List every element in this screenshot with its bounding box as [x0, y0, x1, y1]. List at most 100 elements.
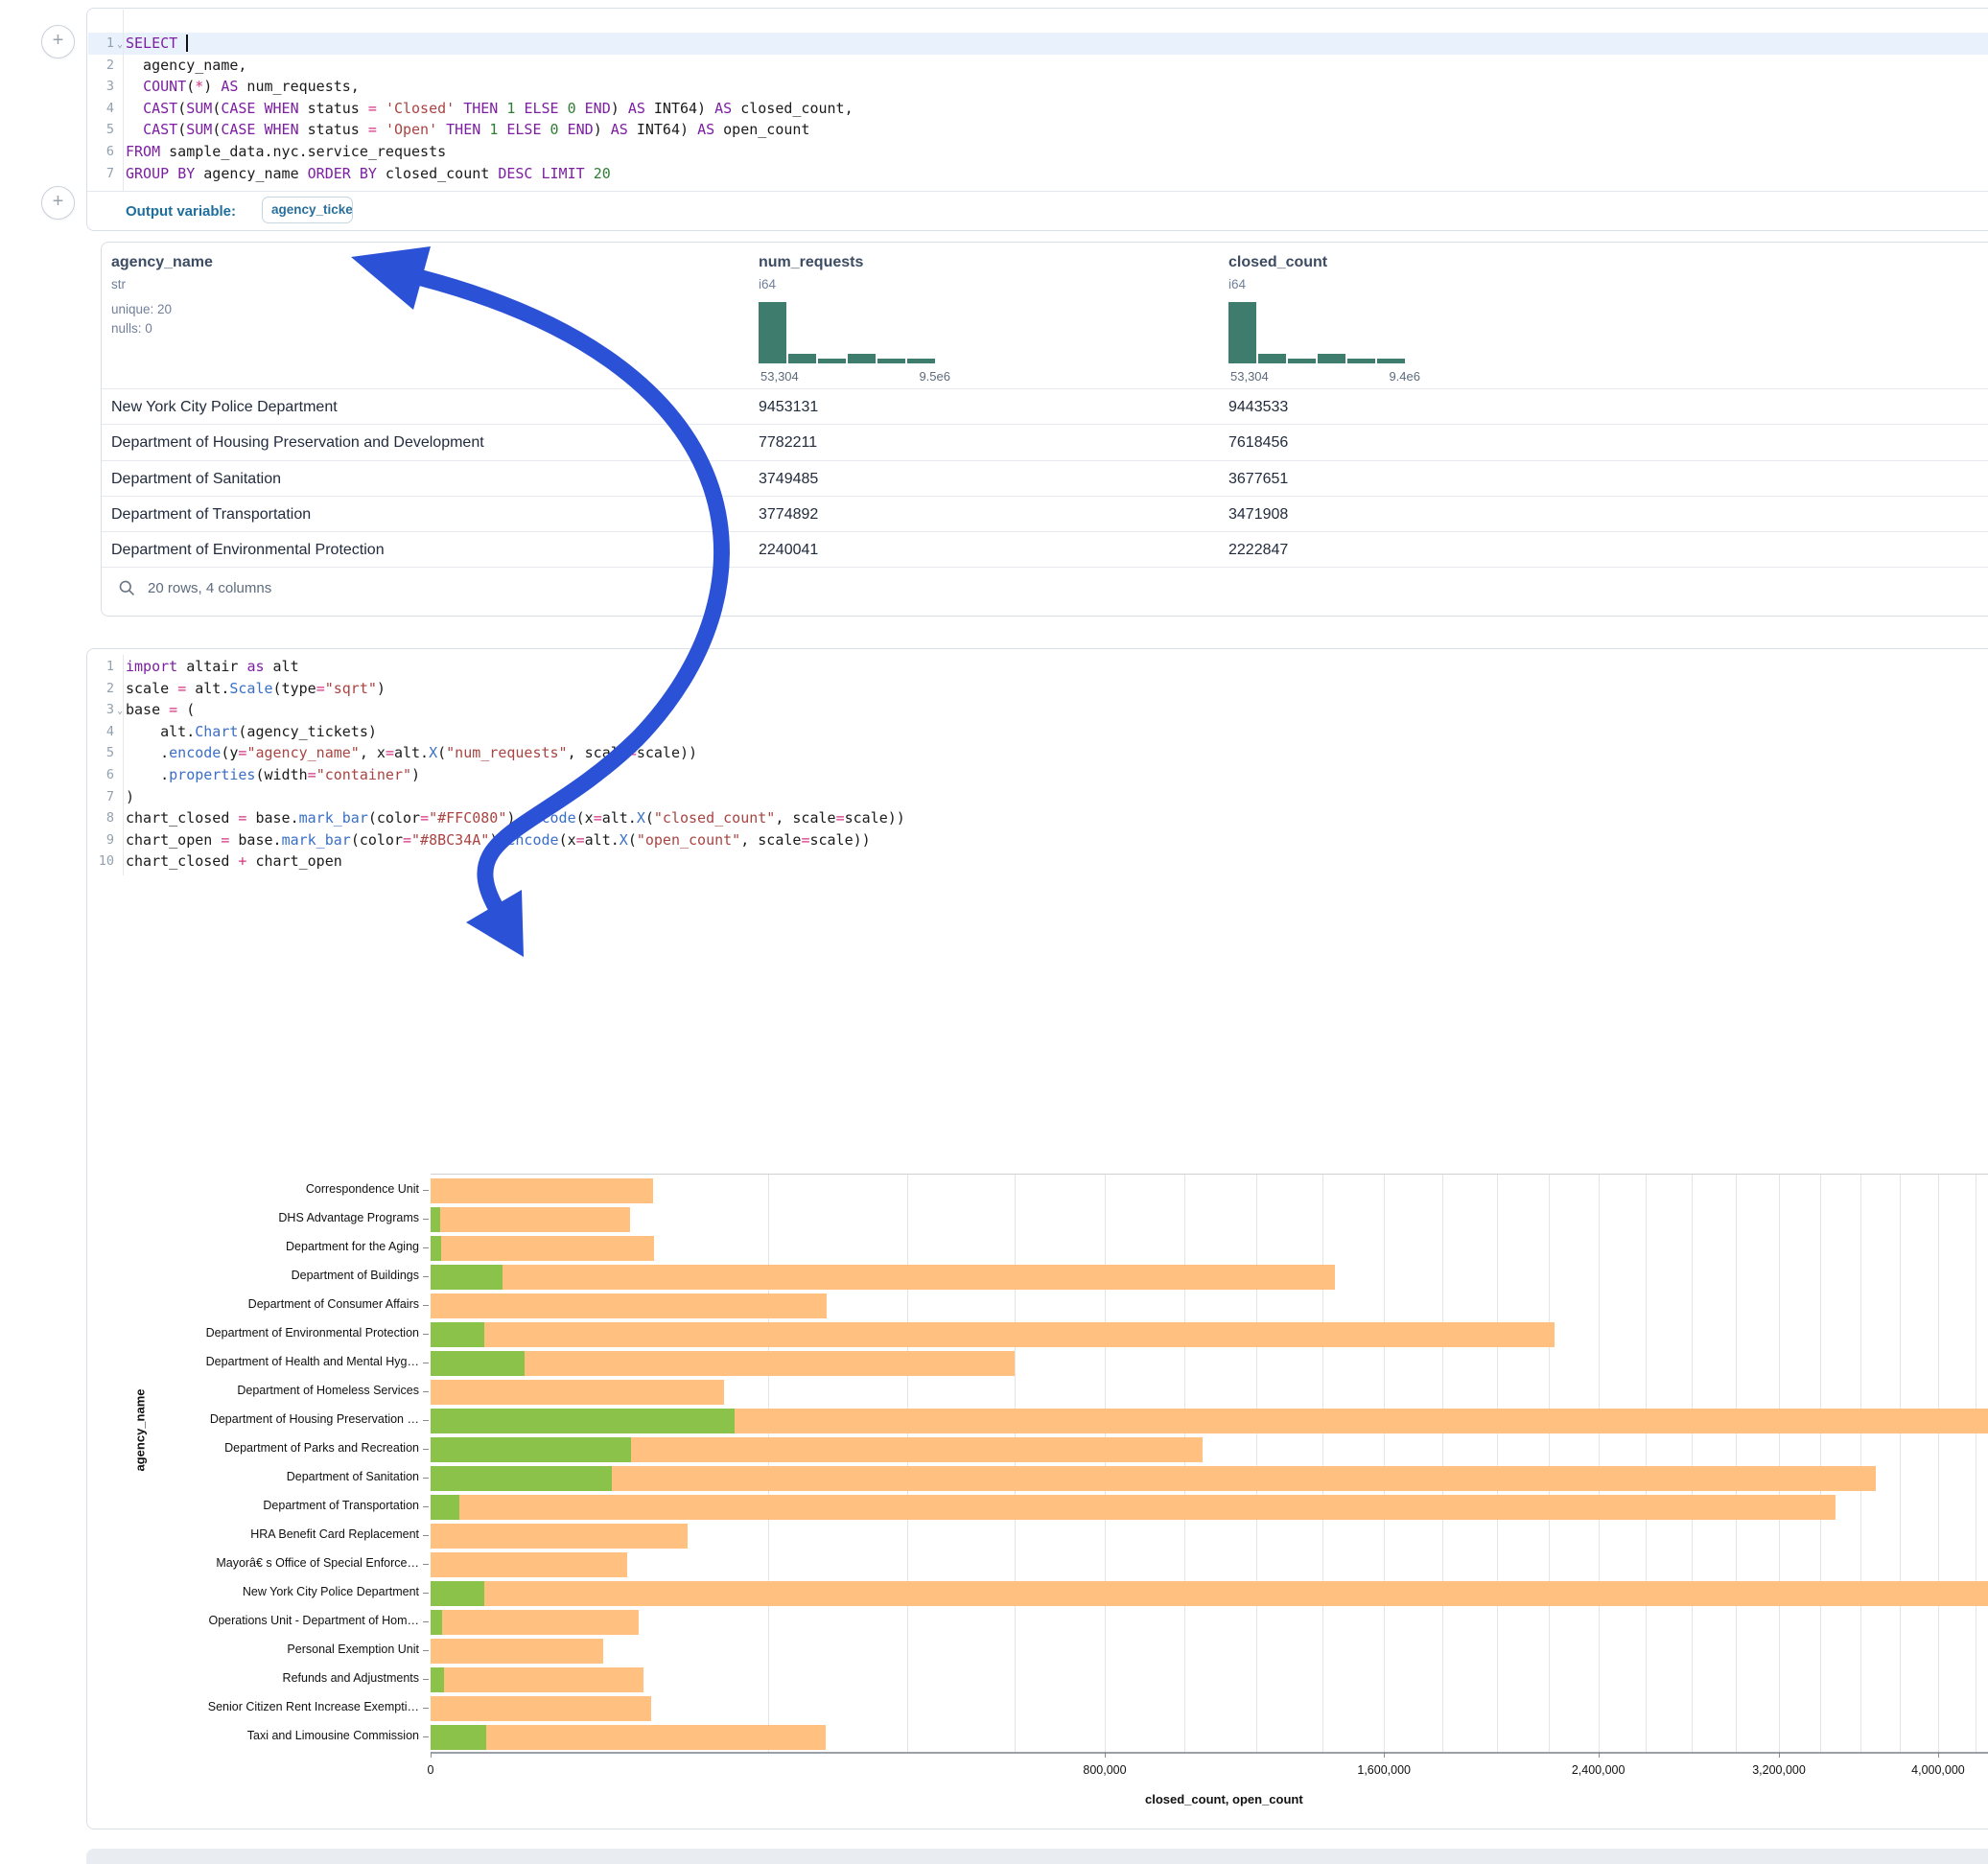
table-cell: 7782211	[759, 425, 817, 460]
y-tick	[423, 1650, 429, 1651]
table-row[interactable]: Department of Transportation 3774892 34719…	[102, 496, 1988, 532]
table-cell: Department of Transportation	[111, 497, 311, 532]
gridline	[1900, 1174, 1901, 1752]
histogram-bar	[877, 359, 905, 363]
code-line[interactable]: 10chart_closed + chart_open	[87, 850, 1988, 873]
y-axis-label: Department of Environmental Protection	[87, 1326, 419, 1340]
bar-closed	[431, 1495, 1836, 1520]
line-number: 7	[87, 163, 114, 185]
code-line[interactable]: 2scale = alt.Scale(type="sqrt")	[87, 678, 1988, 700]
x-axis-title: closed_count, open_count	[1145, 1792, 1303, 1806]
line-number: 7	[87, 786, 114, 808]
python-editor[interactable]: 1import altair as alt2scale = alt.Scale(…	[87, 656, 1988, 874]
bar-open	[431, 1265, 503, 1290]
line-number: 1	[87, 656, 114, 678]
bar-closed	[431, 1696, 651, 1721]
sql-editor[interactable]: 1⌄SELECT 2 agency_name,3 COUNT(*) AS num…	[87, 33, 1988, 192]
y-axis-label: Refunds and Adjustments	[87, 1671, 419, 1685]
bar-closed	[431, 1667, 643, 1692]
table-cell: Department of Housing Preservation and D…	[111, 425, 484, 460]
histogram-bar	[1228, 302, 1256, 363]
gridline	[1736, 1174, 1737, 1752]
add-cell-button-output[interactable]: +	[41, 186, 75, 220]
code-line[interactable]: 7GROUP BY agency_name ORDER BY closed_co…	[87, 163, 1988, 185]
code-line[interactable]: 6FROM sample_data.nyc.service_requests	[87, 141, 1988, 163]
code-line[interactable]: 8chart_closed = base.mark_bar(color="#FF…	[87, 807, 1988, 829]
table-cell: Department of Sanitation	[111, 461, 281, 497]
fold-caret-icon[interactable]: ⌄	[117, 34, 123, 56]
code-line[interactable]: 4 CAST(SUM(CASE WHEN status = 'Closed' T…	[87, 98, 1988, 120]
gridline	[1646, 1174, 1647, 1752]
code-line[interactable]: 5 CAST(SUM(CASE WHEN status = 'Open' THE…	[87, 119, 1988, 141]
bar-closed	[431, 1524, 688, 1549]
bar-closed	[431, 1610, 639, 1635]
histogram-bar	[907, 359, 935, 363]
y-axis-label: Department for the Aging	[87, 1240, 419, 1253]
table-cell: 3471908	[1228, 497, 1288, 532]
table-cell: 3677651	[1228, 461, 1288, 497]
code-line[interactable]: 5 .encode(y="agency_name", x=alt.X("num_…	[87, 742, 1988, 764]
y-tick	[423, 1593, 429, 1594]
y-axis-label: Operations Unit - Department of Hom…	[87, 1614, 419, 1627]
table-row[interactable]: Department of Sanitation37494853677651	[102, 460, 1988, 497]
histogram-bar	[1377, 359, 1405, 363]
row-count-label: 20 rows, 4 columns	[148, 580, 271, 596]
y-tick	[423, 1219, 429, 1220]
python-cell-card: 1import altair as alt2scale = alt.Scale(…	[86, 648, 1988, 1829]
code-line[interactable]: 3⌄base = (	[87, 699, 1988, 721]
bar-open	[431, 1207, 440, 1232]
line-number: 3	[87, 76, 114, 98]
gridline	[907, 1174, 908, 1752]
code-line[interactable]: 4 alt.Chart(agency_tickets)	[87, 721, 1988, 743]
code-line[interactable]: 3 COUNT(*) AS num_requests,	[87, 76, 1988, 98]
gridline	[1105, 1174, 1106, 1752]
bar-open	[431, 1725, 486, 1750]
y-tick	[423, 1535, 429, 1536]
y-tick	[423, 1420, 429, 1421]
sql-cell-card: 1⌄SELECT 2 agency_name,3 COUNT(*) AS num…	[86, 8, 1988, 231]
line-number: 2	[87, 678, 114, 700]
code-line[interactable]: 1import altair as alt	[87, 656, 1988, 678]
code-line[interactable]: 9chart_open = base.mark_bar(color="#8BC3…	[87, 829, 1988, 851]
add-cell-button-top[interactable]: +	[41, 25, 75, 58]
bar-closed	[431, 1265, 1335, 1290]
code-line[interactable]: 1⌄SELECT	[87, 33, 1988, 55]
table-cell: Department of Environmental Protection	[111, 532, 385, 568]
search-icon[interactable]	[118, 579, 136, 597]
plot-top-border	[431, 1174, 1988, 1175]
next-cell-strip[interactable]	[86, 1849, 1988, 1864]
bar-closed	[431, 1552, 627, 1577]
code-line[interactable]: 7)	[87, 786, 1988, 808]
x-tick	[1105, 1752, 1106, 1758]
histogram-bar	[1318, 354, 1345, 363]
code-line[interactable]: 2 agency_name,	[87, 55, 1988, 77]
column-histogram	[1228, 302, 1411, 363]
table-row[interactable]: Department of Housing Preservation and D…	[102, 424, 1988, 460]
fold-caret-icon[interactable]: ⌄	[117, 700, 123, 722]
line-number: 4	[87, 721, 114, 743]
bar-closed	[431, 1207, 630, 1232]
bar-open	[431, 1495, 459, 1520]
line-number: 6	[87, 764, 114, 786]
table-row[interactable]: New York City Police Department945313194…	[102, 388, 1988, 425]
x-axis-tick-label: 4,000,000	[1911, 1763, 1965, 1777]
code-line[interactable]: 6 .properties(width="container")	[87, 764, 1988, 786]
table-footer-divider	[102, 567, 1988, 568]
gridline	[1015, 1174, 1016, 1752]
line-number: 5	[87, 742, 114, 764]
bar-closed	[431, 1236, 654, 1261]
histogram-range-labels: 53,3049.5e6	[760, 369, 950, 384]
x-axis-tick-label: 800,000	[1083, 1763, 1126, 1777]
table-row[interactable]: Department of Environmental Protection22…	[102, 531, 1988, 568]
gridline	[1322, 1174, 1323, 1752]
y-axis-label: Correspondence Unit	[87, 1182, 419, 1196]
line-number: 6	[87, 141, 114, 163]
gridline	[1938, 1174, 1939, 1752]
bar-open	[431, 1466, 612, 1491]
output-variable-chip[interactable]: agency_tickets	[262, 197, 353, 223]
bar-closed	[431, 1639, 603, 1664]
bar-open	[431, 1581, 484, 1606]
table-cell: 3774892	[759, 497, 818, 532]
line-number: 10	[87, 850, 114, 873]
x-tick	[1938, 1752, 1939, 1758]
